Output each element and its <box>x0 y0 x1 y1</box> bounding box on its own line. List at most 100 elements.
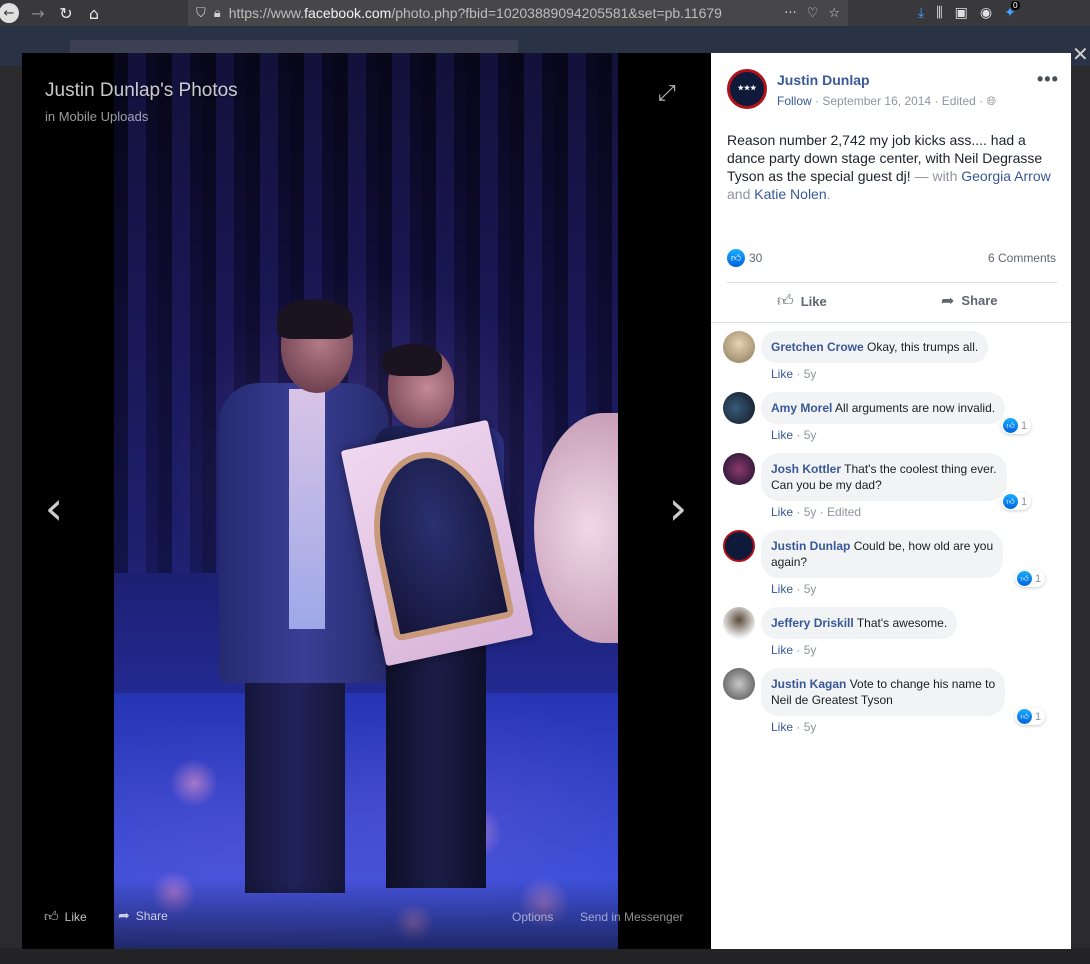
commenter-avatar[interactable] <box>723 668 755 700</box>
commenter-avatar[interactable] <box>723 331 755 363</box>
extension-icon[interactable]: ✦ 0 <box>1004 1 1020 21</box>
thumbs-up-icon: 👍︎ <box>44 909 59 925</box>
forward-button[interactable]: → <box>24 1 52 25</box>
commenter-name[interactable]: Justin Kagan <box>771 677 846 691</box>
commenter-avatar[interactable] <box>723 530 755 562</box>
reaction-summary[interactable]: 👍︎ 30 <box>727 249 762 267</box>
tag-georgia-arrow[interactable]: Georgia Arrow <box>961 168 1050 184</box>
more-icon[interactable]: ··· <box>784 6 796 21</box>
comment-meta: Like · 5y <box>771 720 817 734</box>
home-button[interactable]: ⌂ <box>80 1 108 25</box>
commenter-name[interactable]: Amy Morel <box>771 401 832 415</box>
back-icon: ← <box>0 3 19 23</box>
comment-text: That's awesome. <box>856 616 948 630</box>
comment-time[interactable]: 5y <box>804 505 817 519</box>
comment-time[interactable]: 5y <box>804 582 817 596</box>
library-icon[interactable]: ⫼ <box>936 5 942 21</box>
commenter-name[interactable]: Josh Kottler <box>771 462 841 476</box>
hair <box>277 299 353 339</box>
like-reaction-icon: 👍︎ <box>1017 709 1032 724</box>
share-button[interactable]: ➦ Share <box>941 291 998 310</box>
comment-reactions[interactable]: 👍︎ 1 <box>1015 708 1046 725</box>
comment-reactions[interactable]: 👍︎ 1 <box>1001 493 1032 510</box>
comment-time[interactable]: 5y <box>804 428 817 442</box>
comment-count[interactable]: 6 Comments <box>988 251 1056 265</box>
url-text[interactable]: https://www.facebook.com/photo.php?fbid=… <box>229 5 722 21</box>
sidebar-icon[interactable]: ▣ <box>955 5 968 21</box>
comment-like-button[interactable]: Like <box>771 367 793 381</box>
commenter-name[interactable]: Justin Dunlap <box>771 539 850 553</box>
theater-like-button[interactable]: 👍︎ Like <box>44 908 87 925</box>
shield-icon[interactable]: ⛉ <box>196 6 206 21</box>
comment-text: All arguments are now invalid. <box>835 401 996 415</box>
comment-reactions[interactable]: 👍︎ 1 <box>1001 417 1032 434</box>
like-button[interactable]: 👍︎ Like <box>777 291 827 311</box>
legs <box>386 638 486 888</box>
album-subtitle[interactable]: in Mobile Uploads <box>45 109 148 124</box>
theater-options-button[interactable]: Options <box>512 910 553 924</box>
comment-text: Vote to change his name to <box>849 677 996 691</box>
commenter-name[interactable]: Gretchen Crowe <box>771 340 864 354</box>
comment-text-line2: Neil de Greatest Tyson <box>771 693 893 707</box>
address-bar[interactable]: ⛉ 🔒︎ https://www.facebook.com/photo.php?… <box>188 0 848 26</box>
comment-time[interactable]: 5y <box>804 720 817 734</box>
shirt <box>289 389 325 629</box>
pocket-icon[interactable]: ♡ <box>807 6 819 21</box>
commenter-avatar[interactable] <box>723 392 755 424</box>
comment-text: Okay, this trumps all. <box>867 340 979 354</box>
comment-reactions[interactable]: 👍︎ 1 <box>1015 570 1046 587</box>
photo[interactable] <box>114 53 618 949</box>
comment-edited[interactable]: Edited <box>827 505 861 519</box>
with-label: — with <box>914 168 958 184</box>
reload-icon: ↻ <box>59 3 73 23</box>
chevron-right-icon[interactable]: › <box>658 478 698 538</box>
comment-text-line2: Can you be my dad? <box>771 478 882 492</box>
theater-share-label: Share <box>135 909 168 923</box>
send-in-messenger-button[interactable]: Send in Messenger <box>580 910 683 924</box>
post-panel: ★★★ Justin Dunlap Follow · September 16,… <box>711 53 1071 949</box>
reaction-count: 1 <box>1035 572 1042 585</box>
chevron-left-icon[interactable]: ‹ <box>34 478 74 538</box>
expand-icon[interactable]: ⤢ <box>658 81 676 106</box>
author-name[interactable]: Justin Dunlap <box>777 72 870 88</box>
divider <box>711 322 1071 323</box>
commenter-avatar[interactable] <box>723 453 755 485</box>
comment-text-line2: again? <box>771 555 808 569</box>
edited-label[interactable]: Edited <box>942 94 976 108</box>
divider <box>727 282 1057 283</box>
comment-bubble: Justin Kagan Vote to change his name to N… <box>761 668 1006 716</box>
comment-bubble: Gretchen Crowe Okay, this trumps all. <box>761 331 989 363</box>
comment-time[interactable]: 5y <box>804 367 817 381</box>
share-icon: ➦ <box>941 291 955 310</box>
author-avatar[interactable]: ★★★ <box>727 69 767 109</box>
back-button[interactable]: ← <box>0 1 24 25</box>
comment-text: That's the coolest thing ever. <box>844 462 997 476</box>
comment-like-button[interactable]: Like <box>771 582 793 596</box>
tag-katie-nolen[interactable]: Katie Nolen <box>754 186 826 202</box>
lock-icon[interactable]: 🔒︎ <box>214 6 221 21</box>
star-icon[interactable]: ☆ <box>828 6 840 21</box>
reaction-count: 30 <box>749 251 763 265</box>
reload-button[interactable]: ↻ <box>52 1 80 25</box>
comment-meta: Like · 5y <box>771 428 817 442</box>
comment-like-button[interactable]: Like <box>771 643 793 657</box>
post-date[interactable]: September 16, 2014 <box>822 94 931 108</box>
hair <box>382 344 442 376</box>
comment-like-button[interactable]: Like <box>771 505 793 519</box>
close-icon[interactable]: ✕ <box>1072 42 1089 66</box>
follow-button[interactable]: Follow <box>777 94 812 108</box>
commenter-name[interactable]: Jeffery Driskill <box>771 616 854 630</box>
download-icon[interactable]: ⤓ <box>918 5 924 21</box>
comment-bubble: Amy Morel All arguments are now invalid. <box>761 392 1006 424</box>
theater-share-button[interactable]: ➦ Share <box>118 908 168 924</box>
album-title[interactable]: Justin Dunlap's Photos <box>45 80 238 102</box>
more-options-button[interactable]: ••• <box>1037 69 1059 90</box>
comment-like-button[interactable]: Like <box>771 720 793 734</box>
comment-time[interactable]: 5y <box>804 643 817 657</box>
comment-like-button[interactable]: Like <box>771 428 793 442</box>
commenter-avatar[interactable] <box>723 607 755 639</box>
reaction-count: 1 <box>1035 710 1042 723</box>
like-reaction-icon: 👍︎ <box>1003 418 1018 433</box>
account-icon[interactable]: ◉ <box>980 5 992 21</box>
reaction-count: 1 <box>1021 419 1028 432</box>
